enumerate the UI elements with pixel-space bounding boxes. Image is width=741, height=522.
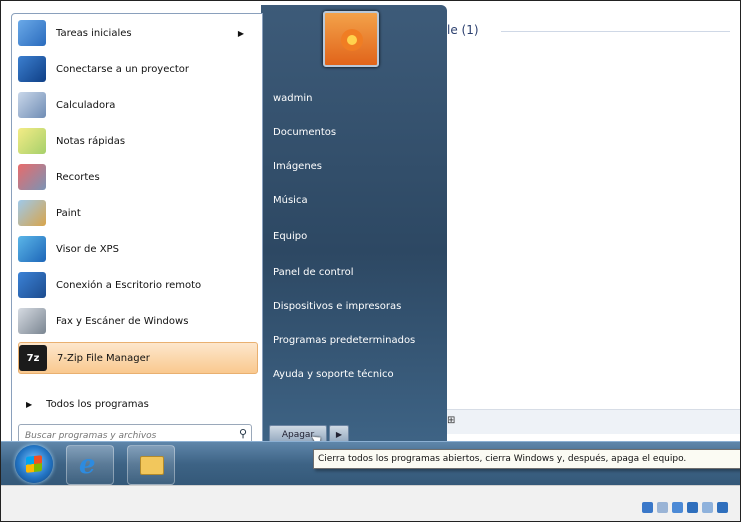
program-sticky-notes[interactable]: Notas rápidas	[18, 126, 256, 156]
7zip-icon: 7z	[19, 345, 47, 371]
calculator-icon	[18, 92, 46, 118]
sticky-notes-icon	[18, 128, 46, 154]
monitor-icon[interactable]	[702, 502, 713, 513]
tray-icons	[642, 502, 728, 513]
program-fax-scanner[interactable]: Fax y Escáner de Windows	[18, 306, 256, 336]
program-label: Tareas iniciales	[56, 27, 132, 39]
program-label: 7-Zip File Manager	[57, 352, 150, 364]
program-paint[interactable]: Paint	[18, 198, 256, 228]
start-link-help[interactable]: Ayuda y soporte técnico	[273, 369, 394, 380]
network-icon[interactable]	[687, 502, 698, 513]
start-link-documents[interactable]: Documentos	[273, 127, 336, 138]
program-label: Paint	[56, 207, 81, 219]
submenu-arrow-icon: ▶	[237, 28, 244, 38]
program-projector[interactable]: Conectarse a un proyector	[18, 54, 256, 84]
program-getting-started[interactable]: Tareas iniciales ▶	[18, 18, 256, 48]
all-programs-link[interactable]: ▶ Todos los programas	[26, 399, 149, 410]
shutdown-tooltip: Cierra todos los programas abiertos, cie…	[313, 449, 740, 469]
program-calculator[interactable]: Calculadora	[18, 90, 256, 120]
start-link-computer[interactable]: Equipo	[273, 231, 307, 242]
program-xps-viewer[interactable]: Visor de XPS	[18, 234, 256, 264]
group-divider	[501, 31, 730, 32]
all-programs-label: Todos los programas	[46, 399, 149, 410]
start-link-user[interactable]: wadmin	[273, 93, 313, 104]
pencil-icon[interactable]	[672, 502, 683, 513]
user-picture[interactable]	[323, 11, 379, 67]
start-link-pictures[interactable]: Imágenes	[273, 161, 322, 172]
windows-flag-icon	[26, 455, 42, 473]
program-remote-desktop[interactable]: Conexión a Escritorio remoto	[18, 270, 256, 300]
explorer-status-bar: ⊞	[441, 409, 740, 434]
program-label: Notas rápidas	[56, 135, 126, 147]
start-link-default-programs[interactable]: Programas predeterminados	[273, 335, 415, 346]
program-snipping-tool[interactable]: Recortes	[18, 162, 256, 192]
explorer-window: le (1) ⊞	[441, 1, 740, 434]
remote-desktop-icon	[18, 272, 46, 298]
network-icon: ⊞	[447, 415, 456, 426]
window-icon[interactable]	[717, 502, 728, 513]
taskbar-internet-explorer[interactable]: e	[66, 445, 114, 485]
group-header: le (1)	[447, 23, 479, 37]
windows-orb-icon[interactable]	[15, 445, 53, 483]
windows-explorer-icon	[140, 456, 164, 475]
status-strip	[1, 485, 740, 521]
program-7zip[interactable]: 7z 7-Zip File Manager	[18, 342, 258, 374]
flower-icon	[347, 35, 357, 45]
fax-scanner-icon	[18, 308, 46, 334]
program-label: Recortes	[56, 171, 100, 183]
screenshot-frame: le (1) ⊞ wadmin Documentos Imágenes Músi…	[0, 0, 741, 522]
program-label: Conexión a Escritorio remoto	[56, 279, 202, 291]
triangle-right-icon: ▶	[26, 400, 33, 409]
getting-started-icon	[18, 20, 46, 46]
start-menu-left-pane: Tareas iniciales ▶ Conectarse a un proye…	[11, 13, 263, 455]
start-link-music[interactable]: Música	[273, 195, 308, 206]
program-label: Calculadora	[56, 99, 116, 111]
start-menu-right-pane: wadmin Documentos Imágenes Música Equipo…	[261, 5, 447, 453]
xps-viewer-icon	[18, 236, 46, 262]
start-link-control-panel[interactable]: Panel de control	[273, 267, 354, 278]
taskbar-windows-explorer[interactable]	[127, 445, 175, 485]
search-icon: ⚲	[238, 427, 247, 440]
internet-explorer-icon: e	[79, 450, 96, 480]
start-link-devices-printers[interactable]: Dispositivos e impresoras	[273, 301, 401, 312]
paint-icon	[18, 200, 46, 226]
program-label: Conectarse a un proyector	[56, 63, 190, 75]
projector-icon	[18, 56, 46, 82]
program-label: Fax y Escáner de Windows	[56, 315, 189, 327]
disc-icon[interactable]	[657, 502, 668, 513]
globe-icon[interactable]	[642, 502, 653, 513]
program-label: Visor de XPS	[56, 243, 119, 255]
snipping-tool-icon	[18, 164, 46, 190]
